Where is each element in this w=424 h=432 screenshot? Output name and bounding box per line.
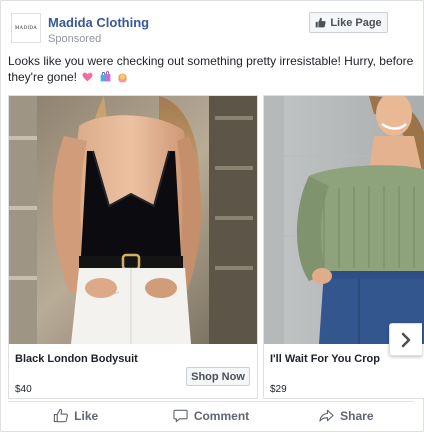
thumbs-up-icon xyxy=(316,17,326,28)
share-icon xyxy=(319,409,334,422)
product-image[interactable] xyxy=(264,96,424,344)
comment-label: Comment xyxy=(193,408,250,423)
card-title[interactable]: I'll Wait For You Crop xyxy=(270,353,380,365)
thumbs-up-outline-icon xyxy=(54,408,69,423)
shopping-bags-icon xyxy=(100,71,111,82)
shop-now-button[interactable]: Shop Now xyxy=(186,367,250,386)
post-text: Looks like you were checking out somethi… xyxy=(8,54,414,84)
card-price: $29 xyxy=(270,384,287,395)
carousel-next-button[interactable] xyxy=(389,323,422,356)
share-button[interactable]: Share xyxy=(279,408,414,423)
carousel-card[interactable]: Black London Bodysuit Shop Now $40 xyxy=(8,95,258,399)
product-carousel: Black London Bodysuit Shop Now $40 I'll … xyxy=(8,95,424,400)
like-page-button[interactable]: Like Page xyxy=(309,12,388,33)
like-label: Like xyxy=(74,408,99,423)
comment-icon xyxy=(173,409,188,423)
sponsored-label[interactable]: Sponsored xyxy=(48,33,101,45)
page-logo[interactable]: MADIDA xyxy=(11,13,41,43)
product-image[interactable] xyxy=(9,96,257,344)
chevron-right-icon xyxy=(401,332,411,347)
like-button[interactable]: Like xyxy=(8,408,143,423)
card-title[interactable]: Black London Bodysuit xyxy=(15,353,138,365)
sponsored-post: MADIDA Madida Clothing Sponsored Like Pa… xyxy=(0,0,424,432)
post-actions: Like Comment Share xyxy=(8,401,414,429)
card-price: $40 xyxy=(15,384,32,395)
like-page-label: Like Page xyxy=(330,16,382,29)
comment-button[interactable]: Comment xyxy=(143,408,278,423)
post-message: Looks like you were checking out somethi… xyxy=(8,53,414,85)
bodysuit-photo xyxy=(9,96,257,344)
woman-icon xyxy=(118,73,127,83)
logo-text: MADIDA xyxy=(14,25,38,31)
share-label: Share xyxy=(340,408,374,423)
page-name-link[interactable]: Madida Clothing xyxy=(48,15,149,30)
heart-icon xyxy=(82,72,93,82)
crop-top-photo xyxy=(264,96,424,344)
